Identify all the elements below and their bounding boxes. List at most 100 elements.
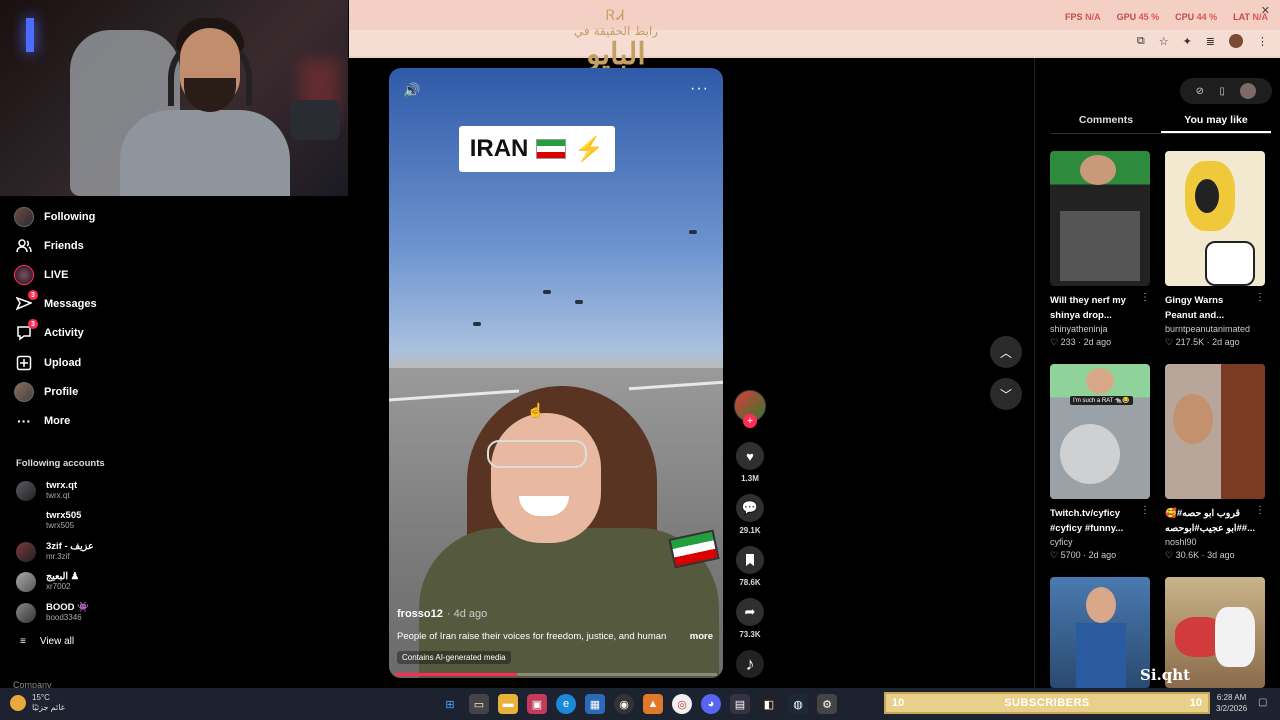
following-account[interactable]: twrx505 twrx505 <box>16 508 81 534</box>
steam-icon[interactable]: ◍ <box>788 694 808 714</box>
video-author[interactable]: frosso12 · 4d ago <box>397 608 487 620</box>
recommended-video-card[interactable]: Gingy Warns Peanut and... ⋮ burntpeanuta… <box>1165 151 1265 348</box>
progress-fill <box>395 673 518 676</box>
card-ago: · 2d ago <box>1083 550 1117 560</box>
following-account[interactable]: twrx.qt twrx.qt <box>16 478 77 504</box>
nav-following[interactable]: Following <box>14 205 95 229</box>
kebab-icon[interactable]: ⋮ <box>1140 292 1150 303</box>
video-player[interactable]: 🔊 ··· IRAN ⚡ ☝ frosso12 · 4d ago People o… <box>389 68 723 678</box>
avatar <box>16 511 36 531</box>
tab-comments[interactable]: Comments <box>1051 110 1161 133</box>
file-explorer-icon[interactable]: ▬ <box>498 694 518 714</box>
discord-icon[interactable]: ◕ <box>701 694 721 714</box>
settings-gear-icon[interactable]: ⚙ <box>817 694 837 714</box>
windows-start-icon[interactable]: ⊞ <box>440 694 460 714</box>
following-account[interactable]: البعيج ♟ xr7002 <box>16 569 79 595</box>
user-avatar[interactable] <box>1240 83 1257 99</box>
capcut-icon[interactable]: ◧ <box>759 694 779 714</box>
following-account[interactable]: BOOD 👾 bood3346 <box>16 600 89 626</box>
video-progress-bar[interactable] <box>395 673 717 676</box>
nav-messages[interactable]: 3 Messages <box>14 290 97 316</box>
card-title: Gingy Warns Peanut and... <box>1165 295 1225 321</box>
friends-icon <box>14 236 34 256</box>
activity-icon: 3 <box>14 319 38 343</box>
more-options-icon[interactable]: ··· <box>690 80 709 98</box>
panel-top-controls: ⊘ ▯ <box>1180 78 1272 104</box>
card-meta: ♡ 30.6K · 3d ago <box>1165 550 1265 561</box>
extensions-icon[interactable]: ✦ <box>1183 35 1192 48</box>
nav-more[interactable]: ··· More <box>14 409 70 433</box>
app-icon-2[interactable]: ▤ <box>730 694 750 714</box>
send-icon: 3 <box>14 290 38 314</box>
profile-avatar[interactable] <box>1229 34 1243 48</box>
subs-right-count: 10 <box>1189 697 1202 709</box>
weather-widget[interactable]: 15°C غائم جزئيًا <box>10 693 65 713</box>
nav-label: LIVE <box>44 269 69 281</box>
watermark: Si.qht <box>1140 666 1191 684</box>
card-title: Twitch.tv/cyficy #cyficy #funny... <box>1050 508 1124 534</box>
video-thumbnail <box>1165 151 1265 286</box>
media-icon[interactable]: ≣ <box>1206 35 1215 48</box>
subs-label: SUBSCRIBERS <box>1004 697 1090 709</box>
recommended-video-card[interactable]: Will they nerf my shinya drop... ⋮ shiny… <box>1050 151 1150 348</box>
notification-icon[interactable]: ▢ <box>1258 697 1267 708</box>
following-accounts-title: Following accounts <box>16 458 105 469</box>
like-count: 1.3M <box>741 474 759 483</box>
author-name: frosso12 <box>397 608 443 620</box>
nav-label: Friends <box>44 240 84 252</box>
following-account[interactable]: 3zif - عزيف mr.3zif <box>16 539 94 565</box>
recommended-video-card[interactable]: I'm such a RAT 🐀😂 Twitch.tv/cyficy #cyfi… <box>1050 364 1150 561</box>
vlc-icon[interactable]: ▲ <box>643 694 663 714</box>
nav-upload[interactable]: Upload <box>14 351 81 375</box>
obs-icon[interactable]: ◉ <box>614 694 634 714</box>
kebab-icon[interactable]: ⋮ <box>1255 505 1265 516</box>
like-button[interactable]: ♥ 1.3M <box>734 442 766 483</box>
card-ago: · 3d ago <box>1201 550 1235 560</box>
menu-icon[interactable]: ⋮ <box>1257 35 1268 48</box>
app-icon[interactable]: ▣ <box>527 694 547 714</box>
nav-profile[interactable]: Profile <box>14 380 78 404</box>
recommended-video-card[interactable]: قروب ابو حصه#🥰 #ابو عجيب#ابوحصه#... ⋮ no… <box>1165 364 1265 561</box>
tab-you-may-like[interactable]: You may like <box>1161 110 1271 133</box>
card-likes: 30.6K <box>1175 550 1200 560</box>
account-name: twrx.qt <box>46 480 78 491</box>
store-icon[interactable]: ▦ <box>585 694 605 714</box>
phone-icon[interactable]: ▯ <box>1219 86 1225 97</box>
system-clock[interactable]: 6:28 AM 3/2/2026 <box>1216 692 1247 714</box>
next-video-button[interactable]: ﹀ <box>990 378 1022 410</box>
install-icon[interactable]: ⧉ <box>1137 35 1145 48</box>
heart-icon: ♡ <box>1050 337 1059 347</box>
view-all-button[interactable]: ≡ View all <box>20 636 74 647</box>
nav-label: Profile <box>44 386 79 398</box>
comment-button[interactable]: 💬 29.1K <box>734 494 766 535</box>
previous-video-button[interactable]: ︿ <box>990 336 1022 368</box>
temperature: 15°C <box>32 693 50 702</box>
live-icon <box>14 265 34 285</box>
nav-friends[interactable]: Friends <box>14 234 84 258</box>
chrome-icon[interactable]: ◎ <box>672 694 692 714</box>
compass-icon[interactable]: ⊘ <box>1196 86 1204 97</box>
edge-icon[interactable]: e <box>556 694 576 714</box>
kebab-icon[interactable]: ⋮ <box>1255 292 1265 303</box>
share-count: 73.3K <box>739 630 761 639</box>
nav-activity[interactable]: 3 Activity <box>14 319 84 345</box>
task-view-icon[interactable]: ▭ <box>469 694 489 714</box>
chevron-up-icon: ︿ <box>999 345 1012 360</box>
caption-more-button[interactable]: more <box>690 631 713 642</box>
subscriber-goal-bar: 10 SUBSCRIBERS 10 <box>884 692 1210 714</box>
save-button[interactable]: 78.6K <box>734 546 766 587</box>
star-icon[interactable]: ☆ <box>1159 35 1169 48</box>
kebab-icon[interactable]: ⋮ <box>1140 505 1150 516</box>
share-button[interactable]: ➦ 73.3K <box>734 598 766 639</box>
tiktok-logo-icon[interactable]: ♪ <box>736 650 764 678</box>
card-likes: 5700 <box>1060 550 1081 560</box>
recommended-video-card[interactable] <box>1050 577 1150 688</box>
heart-icon: ♡ <box>1165 550 1174 560</box>
video-caption: People of Iran raise their voices for fr… <box>397 631 667 642</box>
plus-square-icon <box>14 353 34 373</box>
logo-big-text: البايو <box>586 37 646 72</box>
cpu-label: CPU <box>1175 12 1195 22</box>
follow-plus-icon[interactable]: + <box>743 414 757 428</box>
nav-live[interactable]: LIVE <box>14 263 68 287</box>
volume-icon[interactable]: 🔊 <box>403 82 420 99</box>
